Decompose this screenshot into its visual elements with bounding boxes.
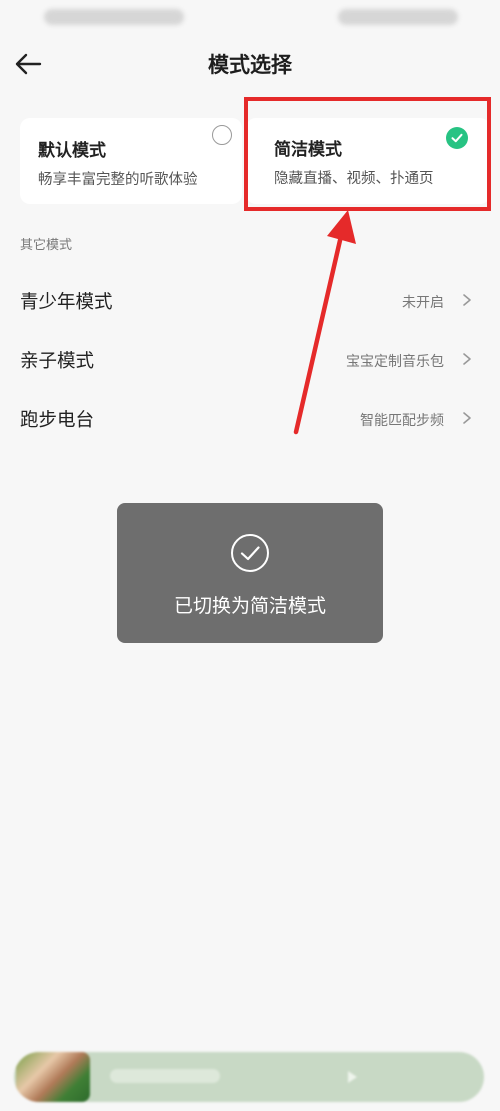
list-item-teen-mode[interactable]: 青少年模式 未开启 <box>0 272 500 328</box>
radio-checked-icon[interactable] <box>446 127 468 149</box>
mode-desc: 畅享丰富完整的听歌体验 <box>38 172 198 188</box>
row-label: 跑步电台 <box>20 410 95 431</box>
chevron-right-icon <box>463 294 471 306</box>
section-label-other-modes: 其它模式 <box>20 238 73 253</box>
header: 模式选择 <box>0 38 500 90</box>
row-value: 宝宝定制音乐包 <box>346 354 444 370</box>
row-value: 未开启 <box>402 295 444 311</box>
toast: 已切换为简洁模式 <box>117 503 383 643</box>
radio-unchecked-icon[interactable] <box>212 125 232 145</box>
toast-message: 已切换为简洁模式 <box>173 595 326 617</box>
row-label: 青少年模式 <box>20 292 113 313</box>
check-circle-icon <box>231 534 269 572</box>
row-label: 亲子模式 <box>20 351 95 372</box>
mode-title: 默认模式 <box>38 141 106 161</box>
chevron-right-icon <box>463 412 471 424</box>
mode-card-default[interactable]: 默认模式 畅享丰富完整的听歌体验 <box>20 118 242 204</box>
list-item-parent-child-mode[interactable]: 亲子模式 宝宝定制音乐包 <box>0 331 500 387</box>
song-info-blurred <box>110 1069 220 1083</box>
mode-title: 简洁模式 <box>274 140 342 160</box>
carrier-info-blurred <box>44 9 184 25</box>
mode-card-simple[interactable]: 简洁模式 隐藏直播、视频、扑通页 <box>246 118 490 204</box>
page-title: 模式选择 <box>208 53 292 77</box>
chevron-right-icon <box>463 353 471 365</box>
mini-player[interactable] <box>14 1052 484 1102</box>
status-bar <box>0 0 500 38</box>
row-value: 智能匹配步频 <box>360 413 444 429</box>
play-icon[interactable] <box>344 1069 360 1085</box>
mode-desc: 隐藏直播、视频、扑通页 <box>274 171 434 187</box>
status-icons-blurred <box>338 9 458 25</box>
list-item-running-radio[interactable]: 跑步电台 智能匹配步频 <box>0 390 500 446</box>
album-cover[interactable] <box>16 1052 90 1102</box>
